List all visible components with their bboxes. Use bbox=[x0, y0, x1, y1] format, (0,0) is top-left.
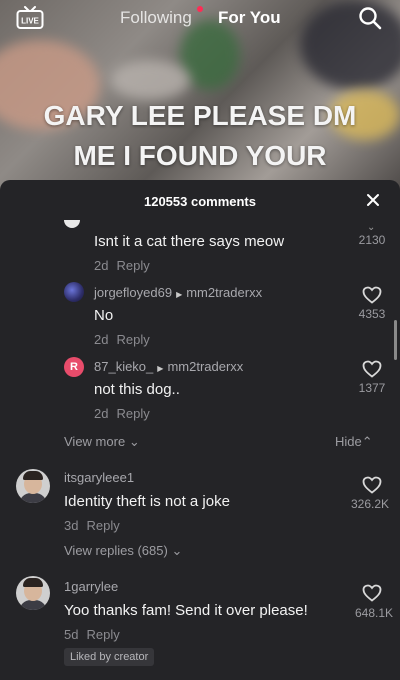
heart-icon[interactable] bbox=[362, 286, 382, 304]
reply-arrow-icon: ▶ bbox=[176, 290, 183, 299]
username[interactable]: jorgefloyed69 bbox=[94, 285, 172, 300]
heart-icon[interactable] bbox=[362, 584, 382, 602]
comments-sheet: 120553 comments ⌄ Isnt it a cat there sa… bbox=[0, 180, 400, 680]
video-frame-blur bbox=[110, 60, 190, 100]
video-caption: GARY LEE PLEASE DM ME I FOUND YOUR bbox=[0, 96, 400, 176]
avatar[interactable] bbox=[16, 469, 50, 503]
comment-age: 2d bbox=[94, 258, 109, 273]
caption-line-2: ME I FOUND YOUR bbox=[73, 140, 327, 171]
comment-meta: 5d Reply bbox=[64, 627, 120, 642]
comment-text: Yoo thanks fam! Send it over please! bbox=[64, 602, 308, 619]
comment-text: Identity theft is not a joke bbox=[64, 493, 230, 510]
reply-header: jorgefloyed69 ▶ mm2traderxx bbox=[94, 285, 262, 300]
comment-meta: 3d Reply bbox=[64, 518, 120, 533]
reply-to-username[interactable]: mm2traderxx bbox=[167, 359, 243, 374]
comment-text: not this dog.. bbox=[94, 381, 180, 398]
like-count: 326.2K bbox=[350, 497, 390, 511]
avatar[interactable] bbox=[64, 220, 80, 228]
reply-button[interactable]: Reply bbox=[116, 258, 149, 273]
reply-to-username[interactable]: mm2traderxx bbox=[186, 285, 262, 300]
comment-text: Isnt it a cat there says meow bbox=[94, 233, 285, 250]
comment-age: 5d bbox=[64, 627, 79, 642]
username[interactable]: 1garrylee bbox=[64, 579, 118, 594]
comment-meta: 2d Reply bbox=[94, 258, 150, 273]
comment-age: 2d bbox=[94, 406, 109, 421]
comment-age: 2d bbox=[94, 332, 109, 347]
chevron-up-icon: ⌃ bbox=[361, 434, 373, 449]
reply-button[interactable]: Reply bbox=[86, 627, 119, 642]
like-count: 2130 bbox=[358, 233, 386, 247]
avatar[interactable] bbox=[16, 576, 50, 610]
close-icon[interactable] bbox=[366, 193, 380, 207]
live-tv-icon[interactable]: LIVE bbox=[16, 6, 44, 30]
tab-following[interactable]: Following bbox=[120, 8, 192, 28]
view-more-button[interactable]: View more ⌄ bbox=[64, 434, 140, 450]
notification-dot bbox=[197, 6, 203, 12]
comment-age: 3d bbox=[64, 518, 79, 533]
tab-for-you[interactable]: For You bbox=[218, 8, 281, 28]
scrollbar-thumb[interactable] bbox=[394, 320, 397, 360]
like-count: 4353 bbox=[358, 307, 386, 321]
top-nav: LIVE Following For You bbox=[0, 0, 400, 36]
chevron-down-icon: ⌄ bbox=[367, 222, 376, 233]
like-count: 648.1K bbox=[354, 606, 394, 620]
hide-label: Hide bbox=[335, 434, 362, 449]
search-icon[interactable] bbox=[358, 6, 382, 30]
heart-icon[interactable] bbox=[362, 360, 382, 378]
caption-line-1: GARY LEE PLEASE DM bbox=[43, 100, 357, 131]
comment-text: No bbox=[94, 307, 114, 324]
comment-meta: 2d Reply bbox=[94, 332, 150, 347]
chevron-down-icon: ⌄ bbox=[128, 434, 140, 449]
reply-header: 87_kieko_ ▶ mm2traderxx bbox=[94, 359, 243, 374]
liked-by-creator-badge: Liked by creator bbox=[64, 648, 155, 666]
live-label: LIVE bbox=[21, 17, 39, 26]
username[interactable]: itsgaryleee1 bbox=[64, 470, 134, 485]
heart-icon[interactable] bbox=[362, 476, 382, 494]
reply-button[interactable]: Reply bbox=[86, 518, 119, 533]
comments-header: 120553 comments bbox=[0, 180, 400, 220]
avatar[interactable] bbox=[64, 282, 84, 302]
view-replies-label: View replies (685) bbox=[64, 543, 168, 558]
view-replies-button[interactable]: View replies (685) ⌄ bbox=[64, 543, 182, 559]
comment-meta: 2d Reply bbox=[94, 406, 150, 421]
chevron-down-icon: ⌄ bbox=[171, 543, 183, 558]
view-more-label: View more bbox=[64, 434, 126, 449]
reply-arrow-icon: ▶ bbox=[157, 364, 164, 373]
comment-count: 120553 comments bbox=[143, 194, 256, 209]
like-count: 1377 bbox=[358, 381, 386, 395]
reply-button[interactable]: Reply bbox=[116, 332, 149, 347]
reply-button[interactable]: Reply bbox=[116, 406, 149, 421]
avatar[interactable]: R bbox=[64, 357, 84, 377]
username[interactable]: 87_kieko_ bbox=[94, 359, 153, 374]
hide-replies-button[interactable]: Hide⌃ bbox=[335, 434, 373, 450]
